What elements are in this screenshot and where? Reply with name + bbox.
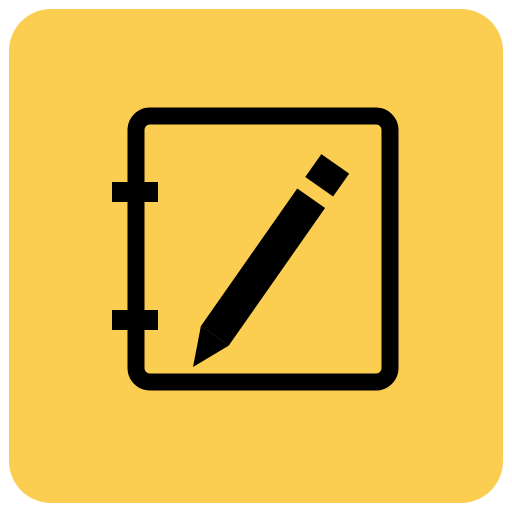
notebook-pencil-icon — [112, 107, 399, 391]
notebook-ring-bottom — [112, 310, 158, 330]
pencil-icon — [193, 154, 350, 367]
notebook-ring-top — [112, 182, 158, 202]
